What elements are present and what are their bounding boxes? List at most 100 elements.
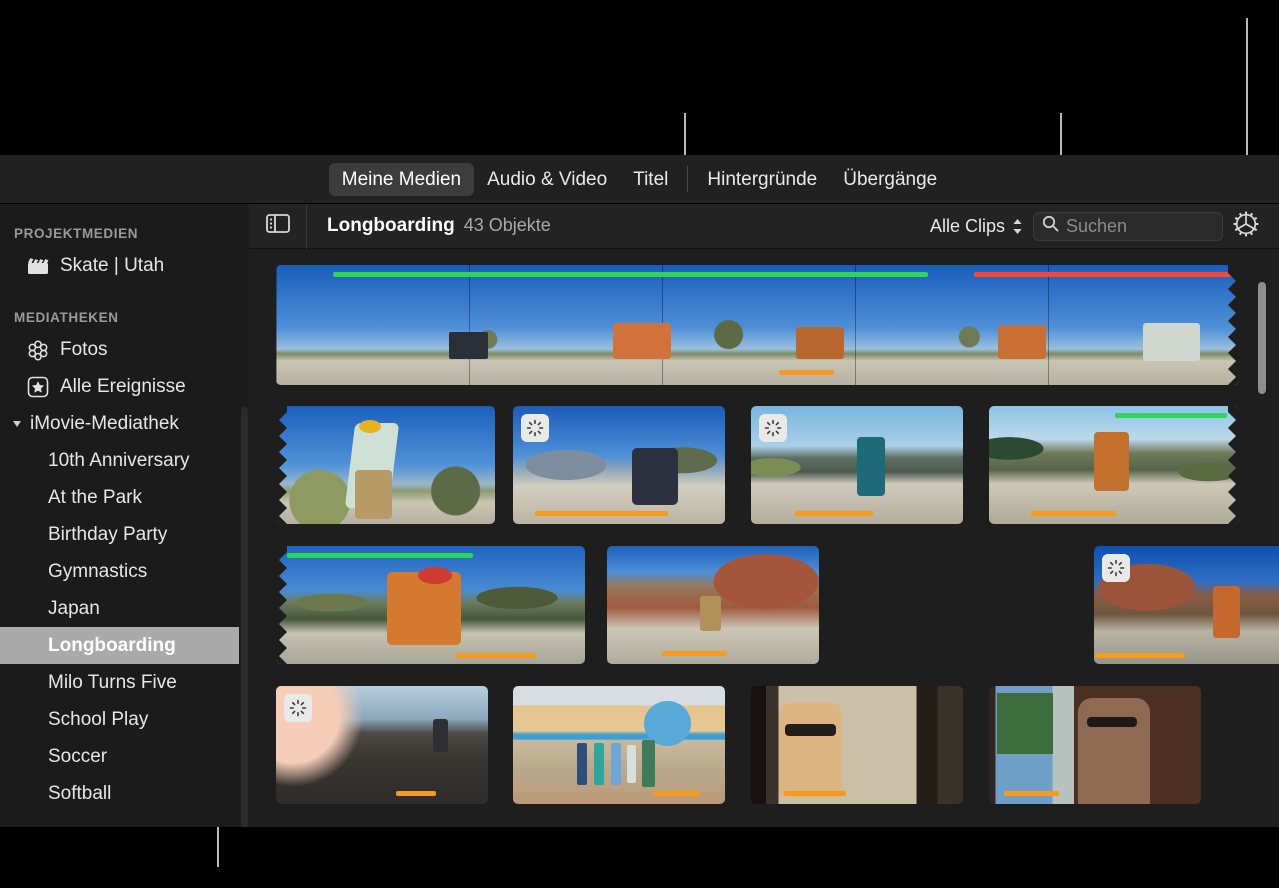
sidebar-heading-project-media: PROJEKTMEDIEN [0, 204, 248, 247]
sidebar-item-label: Gymnastics [48, 561, 147, 583]
media-clip[interactable] [276, 686, 488, 804]
sidebar-item-label: Longboarding [48, 635, 176, 657]
clip-subject [632, 448, 679, 505]
sidebar-item-label: School Play [48, 709, 148, 731]
clip-subject [785, 724, 836, 736]
clip-subject [1143, 323, 1201, 361]
tab-meine-medien[interactable]: Meine Medien [329, 163, 474, 196]
media-clip[interactable] [276, 546, 585, 664]
clip-subject [613, 323, 671, 359]
tab-uebergaenge[interactable]: Übergänge [830, 163, 950, 196]
sidebar-item-softball[interactable]: Softball [0, 775, 248, 812]
clip-subject [418, 567, 452, 584]
progress-bar [1095, 653, 1185, 658]
clip-subject [1078, 698, 1150, 804]
processing-spinner-icon [1102, 554, 1130, 582]
sidebar-item-imovie-mediathek[interactable]: iMovie-Mediathek [0, 405, 248, 442]
tab-titel[interactable]: Titel [620, 163, 681, 196]
clip-subject [594, 743, 605, 785]
sidebar-item-at-the-park[interactable]: At the Park [0, 479, 248, 516]
sidebar-item-label: Birthday Party [48, 524, 167, 546]
clip-subject [611, 743, 622, 785]
libraries-sidebar[interactable]: PROJEKTMEDIEN Skate | Utah MEDIATHEKEN [0, 204, 248, 827]
clip-subject [577, 743, 588, 785]
favorite-marker [1115, 413, 1227, 418]
sidebar-item-label: At the Park [48, 487, 142, 509]
media-clip[interactable] [989, 406, 1239, 524]
sidebar-item-gymnastics[interactable]: Gymnastics [0, 553, 248, 590]
clip-subject [433, 719, 448, 752]
progress-bar [1031, 511, 1116, 516]
browser-settings-button[interactable] [1223, 204, 1269, 249]
sidebar-item-milo-turns-five[interactable]: Milo Turns Five [0, 664, 248, 701]
clip-subject [627, 745, 635, 783]
search-field[interactable] [1033, 212, 1223, 241]
clip-subject [387, 572, 461, 645]
gear-icon [1231, 209, 1261, 244]
tab-separator [687, 166, 688, 192]
sidebar-item-birthday-party[interactable]: Birthday Party [0, 516, 248, 553]
progress-bar [456, 653, 536, 658]
tab-audio-video[interactable]: Audio & Video [474, 163, 620, 196]
clip-subject [857, 437, 885, 496]
progress-bar [1004, 791, 1059, 796]
chevron-up-down-icon [1012, 218, 1023, 235]
tab-hintergruende[interactable]: Hintergründe [694, 163, 830, 196]
clip-subject [1087, 717, 1138, 728]
sidebar-item-alle-ereignisse[interactable]: Alle Ereignisse [0, 368, 248, 405]
screenshot-root: Meine Medien Audio & Video Titel Hinterg… [0, 0, 1279, 888]
sidebar-item-longboarding[interactable]: Longboarding [0, 627, 239, 664]
media-filmstrip-row[interactable] [276, 265, 1239, 385]
event-name: Longboarding [327, 215, 455, 237]
disclosure-triangle-icon[interactable] [13, 421, 21, 427]
search-input[interactable] [1066, 216, 1214, 237]
favorite-marker [333, 272, 928, 277]
browser-title-block: Longboarding 43 Objekte [307, 215, 551, 237]
media-grid-scrollbar[interactable] [1258, 282, 1266, 394]
media-grid[interactable] [249, 249, 1279, 827]
sidebar-item-school-play[interactable]: School Play [0, 701, 248, 738]
rejected-marker [974, 272, 1233, 277]
processing-spinner-icon [284, 694, 312, 722]
sidebar-item-skate-utah[interactable]: Skate | Utah [0, 247, 248, 284]
progress-bar [779, 370, 834, 375]
sidebar-item-label: Milo Turns Five [48, 672, 177, 694]
media-clip[interactable] [607, 546, 819, 664]
item-count: 43 Objekte [464, 215, 551, 236]
sidebar-item-label: Fotos [60, 339, 108, 361]
sidebar-toggle-icon [266, 214, 290, 238]
media-clip[interactable] [1094, 546, 1279, 664]
sidebar-item-label: Alle Ereignisse [60, 376, 186, 398]
media-clip[interactable] [276, 406, 495, 524]
sidebar-toggle-button[interactable] [249, 204, 307, 249]
clip-subject [449, 332, 488, 358]
clip-subject [998, 325, 1046, 359]
tab-list: Meine Medien Audio & Video Titel Hinterg… [329, 163, 951, 196]
sidebar-item-label: Japan [48, 598, 100, 620]
favorite-marker [287, 553, 473, 558]
clip-continues-left-indicator [276, 546, 287, 664]
sidebar-item-label: Skate | Utah [60, 255, 164, 277]
media-clip[interactable] [513, 686, 725, 804]
progress-bar [795, 511, 873, 516]
sidebar-item-japan[interactable]: Japan [0, 590, 248, 627]
clip-subject [997, 693, 1052, 754]
media-clip[interactable] [751, 406, 963, 524]
clip-filter-label: Alle Clips [930, 216, 1005, 237]
clip-subject [355, 470, 392, 520]
clip-filter-popup[interactable]: Alle Clips [930, 216, 1023, 237]
media-browser: Longboarding 43 Objekte Alle Clips [249, 204, 1279, 827]
clip-subject [700, 596, 721, 631]
processing-spinner-icon [521, 414, 549, 442]
progress-bar [396, 791, 436, 796]
sidebar-item-10th-anniversary[interactable]: 10th Anniversary [0, 442, 248, 479]
media-clip[interactable] [989, 686, 1201, 804]
media-clip[interactable] [513, 406, 725, 524]
star-badge-icon [26, 376, 50, 398]
sidebar-scrollbar[interactable] [241, 407, 248, 827]
media-clip[interactable] [751, 686, 963, 804]
imovie-window: Meine Medien Audio & Video Titel Hinterg… [0, 155, 1279, 827]
sidebar-item-fotos[interactable]: Fotos [0, 331, 248, 368]
sidebar-item-soccer[interactable]: Soccer [0, 738, 248, 775]
clip-continues-left-indicator [276, 406, 287, 524]
